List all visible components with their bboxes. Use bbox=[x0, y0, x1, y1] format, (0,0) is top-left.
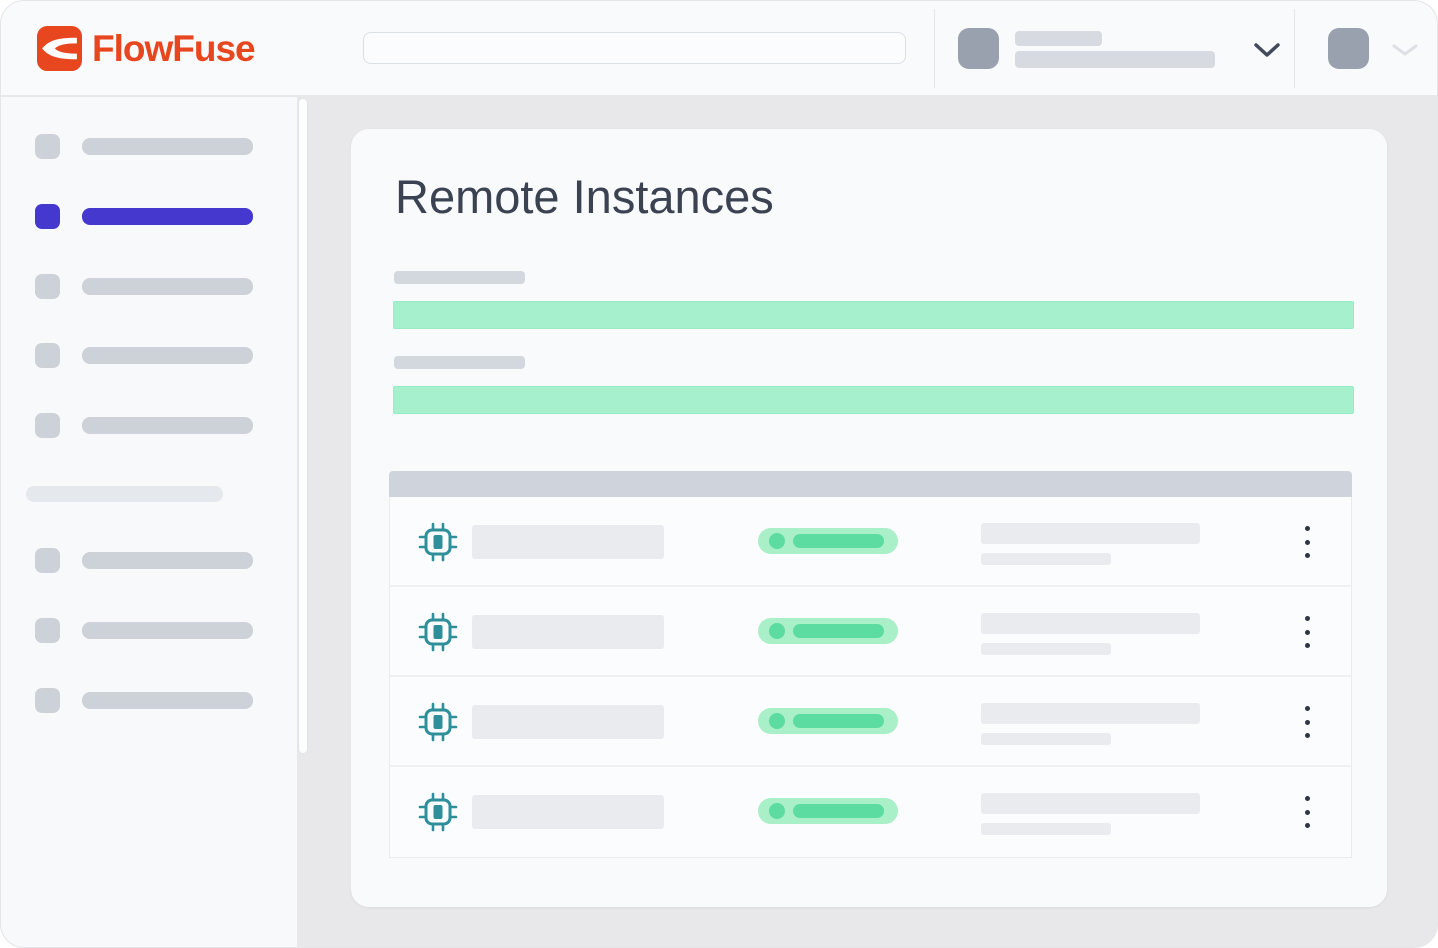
team-switcher[interactable] bbox=[958, 28, 1280, 69]
status-text-placeholder bbox=[793, 624, 884, 638]
sidebar-item-5[interactable] bbox=[1, 413, 298, 439]
sidebar-scrollbar-thumb[interactable] bbox=[299, 99, 307, 753]
sidebar-item-6[interactable] bbox=[1, 548, 298, 574]
meta-subline-placeholder bbox=[981, 823, 1111, 835]
cpu-chip-icon bbox=[418, 702, 458, 742]
form-input-highlighted[interactable] bbox=[393, 386, 1354, 414]
instance-name-placeholder bbox=[472, 525, 664, 559]
nav-label-placeholder bbox=[82, 347, 253, 364]
table-row[interactable] bbox=[390, 767, 1351, 857]
nav-icon-placeholder bbox=[35, 134, 60, 159]
nav-icon-placeholder bbox=[35, 618, 60, 643]
nav-icon-placeholder bbox=[35, 548, 60, 573]
form-label-placeholder bbox=[394, 271, 525, 284]
nav-icon-placeholder bbox=[35, 274, 60, 299]
row-kebab-menu[interactable] bbox=[1301, 796, 1313, 828]
flowfuse-logo[interactable]: FlowFuse bbox=[37, 26, 255, 71]
brand-name: FlowFuse bbox=[92, 28, 255, 70]
meta-line-placeholder bbox=[981, 793, 1200, 814]
cpu-chip-icon bbox=[418, 522, 458, 562]
page-title: Remote Instances bbox=[395, 169, 774, 224]
meta-subline-placeholder bbox=[981, 733, 1111, 745]
header-divider bbox=[934, 9, 935, 88]
meta-subline-placeholder bbox=[981, 643, 1111, 655]
flowfuse-logo-icon bbox=[37, 26, 82, 71]
header-divider bbox=[1294, 9, 1295, 88]
status-text-placeholder bbox=[793, 534, 884, 548]
status-badge bbox=[758, 528, 898, 554]
nav-label-placeholder bbox=[82, 552, 253, 569]
nav-label-placeholder bbox=[82, 692, 253, 709]
meta-line-placeholder bbox=[981, 703, 1200, 724]
nav-icon-placeholder bbox=[35, 343, 60, 368]
status-badge bbox=[758, 798, 898, 824]
sidebar-nav bbox=[1, 97, 298, 948]
row-kebab-menu[interactable] bbox=[1301, 616, 1313, 648]
meta-line-placeholder bbox=[981, 613, 1200, 634]
sidebar-item-3[interactable] bbox=[1, 274, 298, 300]
sidebar-item-8[interactable] bbox=[1, 688, 298, 714]
app-window: FlowFuse bbox=[0, 0, 1438, 948]
sidebar-section-label-placeholder bbox=[26, 486, 223, 502]
instance-name-placeholder bbox=[472, 705, 664, 739]
meta-line-placeholder bbox=[981, 523, 1200, 544]
sidebar-item-1[interactable] bbox=[1, 134, 298, 160]
instance-name-placeholder bbox=[472, 795, 664, 829]
status-text-placeholder bbox=[793, 714, 884, 728]
form-label-placeholder bbox=[394, 356, 525, 369]
nav-label-placeholder bbox=[82, 622, 253, 639]
search-input[interactable] bbox=[363, 32, 906, 64]
nav-icon-placeholder bbox=[35, 413, 60, 438]
nav-icon-placeholder bbox=[35, 204, 60, 229]
table-header-placeholder bbox=[389, 471, 1352, 497]
table-row[interactable] bbox=[390, 677, 1351, 767]
nav-label-placeholder bbox=[82, 208, 253, 225]
top-navbar: FlowFuse bbox=[1, 1, 1437, 96]
chevron-down-icon bbox=[1253, 41, 1281, 59]
nav-label-placeholder bbox=[82, 278, 253, 295]
instance-name-placeholder bbox=[472, 615, 664, 649]
chevron-down-icon bbox=[1392, 44, 1418, 57]
nav-label-placeholder bbox=[82, 138, 253, 155]
cpu-chip-icon bbox=[418, 612, 458, 652]
status-dot bbox=[769, 623, 785, 639]
form-input-highlighted[interactable] bbox=[393, 301, 1354, 329]
status-dot bbox=[769, 803, 785, 819]
cpu-chip-icon bbox=[418, 792, 458, 832]
sidebar-item-2-active[interactable] bbox=[1, 204, 298, 230]
team-avatar bbox=[958, 28, 999, 69]
status-dot bbox=[769, 713, 785, 729]
status-badge bbox=[758, 618, 898, 644]
status-text-placeholder bbox=[793, 804, 884, 818]
row-kebab-menu[interactable] bbox=[1301, 706, 1313, 738]
meta-subline-placeholder bbox=[981, 553, 1111, 565]
nav-label-placeholder bbox=[82, 417, 253, 434]
sidebar-item-7[interactable] bbox=[1, 618, 298, 644]
table-row[interactable] bbox=[390, 587, 1351, 677]
row-kebab-menu[interactable] bbox=[1301, 526, 1313, 558]
nav-icon-placeholder bbox=[35, 688, 60, 713]
table-body bbox=[389, 497, 1352, 858]
team-detail-placeholder bbox=[1015, 51, 1215, 68]
team-name-placeholder bbox=[1015, 31, 1102, 46]
table-row[interactable] bbox=[390, 497, 1351, 587]
user-account-menu[interactable] bbox=[1328, 28, 1424, 69]
status-badge bbox=[758, 708, 898, 734]
status-dot bbox=[769, 533, 785, 549]
user-avatar bbox=[1328, 28, 1369, 69]
instances-table bbox=[389, 471, 1352, 858]
main-panel: Remote Instances bbox=[351, 129, 1387, 907]
sidebar-item-4[interactable] bbox=[1, 343, 298, 369]
